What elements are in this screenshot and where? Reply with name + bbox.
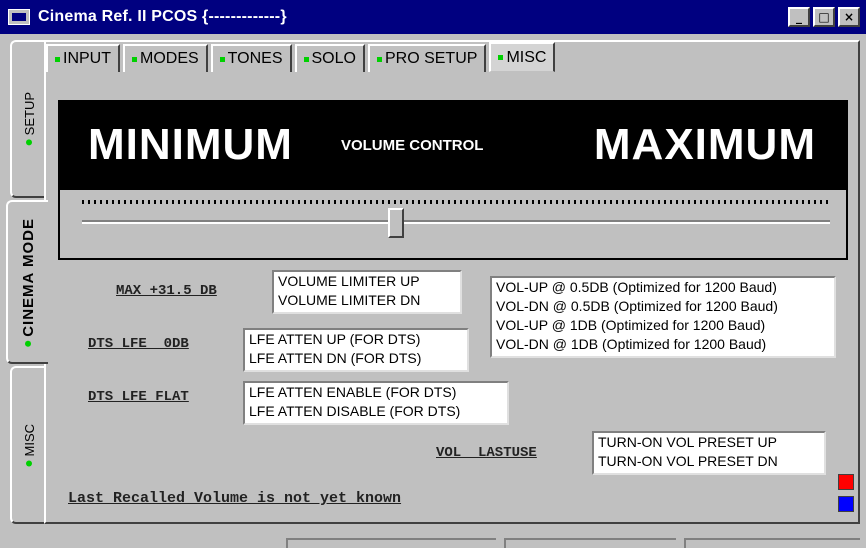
max-db-label: MAX +31.5 DB xyxy=(116,283,217,299)
green-indicator-icon xyxy=(132,56,137,62)
side-tab-setup-label: SETUP xyxy=(22,92,37,146)
list-item[interactable]: TURN-ON VOL PRESET DN xyxy=(598,452,820,471)
green-indicator-icon xyxy=(303,56,309,62)
volume-limiter-list[interactable]: VOLUME LIMITER UP VOLUME LIMITER DN xyxy=(272,270,462,314)
side-tab-cinema-mode-label: CINEMA MODE xyxy=(20,218,37,347)
list-item[interactable]: VOLUME LIMITER DN xyxy=(278,291,456,310)
lfe-atten-list[interactable]: LFE ATTEN UP (FOR DTS) LFE ATTEN DN (FOR… xyxy=(243,328,469,372)
list-item[interactable]: VOL-DN @ 1DB (Optimized for 1200 Baud) xyxy=(496,335,830,354)
side-tab-setup[interactable]: SETUP xyxy=(10,40,46,198)
list-item[interactable]: LFE ATTEN UP (FOR DTS) xyxy=(249,330,463,349)
status-field xyxy=(286,538,496,548)
list-item[interactable]: VOL-UP @ 0.5DB (Optimized for 1200 Baud) xyxy=(496,278,830,297)
tab-modes[interactable]: MODES xyxy=(123,44,208,72)
app-window: Cinema Ref. II PCOS {-------------} _ □ … xyxy=(0,0,866,548)
volume-max-label: MAXIMUM xyxy=(593,120,816,169)
lfe-flat-list[interactable]: LFE ATTEN ENABLE (FOR DTS) LFE ATTEN DIS… xyxy=(243,381,509,425)
status-field xyxy=(504,538,676,548)
tab-bar: INPUT MODES TONES SOLO PRO SETUP MISC xyxy=(46,42,558,72)
vol-lastuse-label: VOL LASTUSE xyxy=(436,445,537,461)
list-item[interactable]: VOL-UP @ 1DB (Optimized for 1200 Baud) xyxy=(496,316,830,335)
volume-min-label: MINIMUM xyxy=(88,120,293,169)
green-indicator-icon xyxy=(26,139,32,146)
status-message: Last Recalled Volume is not yet known xyxy=(68,490,402,507)
tab-input[interactable]: INPUT xyxy=(46,44,120,72)
list-item[interactable]: LFE ATTEN ENABLE (FOR DTS) xyxy=(249,383,503,402)
list-item[interactable]: TURN-ON VOL PRESET UP xyxy=(598,433,820,452)
slider-ticks xyxy=(82,200,830,204)
slider-track[interactable] xyxy=(82,220,830,224)
dts-lfe-flat-label: DTS LFE FLAT xyxy=(88,389,189,405)
title-bar[interactable]: Cinema Ref. II PCOS {-------------} _ □ … xyxy=(0,0,866,34)
dts-lfe-0db-label: DTS LFE 0DB xyxy=(88,336,189,352)
volume-banner: MINIMUM VOLUME CONTROL MAXIMUM xyxy=(58,100,848,190)
green-indicator-icon xyxy=(25,340,31,347)
volume-control-label: VOLUME CONTROL xyxy=(340,136,484,154)
list-item[interactable]: LFE ATTEN DISABLE (FOR DTS) xyxy=(249,402,503,421)
list-item[interactable]: VOLUME LIMITER UP xyxy=(278,272,456,291)
side-tab-misc[interactable]: MISC xyxy=(10,366,46,524)
side-tab-cinema-mode[interactable]: CINEMA MODE xyxy=(6,200,48,364)
tab-misc[interactable]: MISC xyxy=(489,42,556,72)
green-indicator-icon xyxy=(26,460,32,467)
list-item[interactable]: VOL-DN @ 0.5DB (Optimized for 1200 Baud) xyxy=(496,297,830,316)
window-controls: _ □ × xyxy=(788,7,860,27)
blue-button[interactable] xyxy=(838,496,854,512)
list-item[interactable]: LFE ATTEN DN (FOR DTS) xyxy=(249,349,463,368)
green-indicator-icon xyxy=(219,56,225,62)
tab-tones[interactable]: TONES xyxy=(210,44,292,72)
status-field xyxy=(684,538,860,548)
volume-slider[interactable] xyxy=(58,190,848,260)
tab-solo[interactable]: SOLO xyxy=(294,44,365,72)
vol-preset-list[interactable]: TURN-ON VOL PRESET UP TURN-ON VOL PRESET… xyxy=(592,431,826,475)
side-tab-misc-label: MISC xyxy=(22,424,37,467)
minimize-button[interactable]: _ xyxy=(788,7,810,27)
slider-thumb[interactable] xyxy=(388,208,405,238)
red-button[interactable] xyxy=(838,474,854,490)
green-indicator-icon xyxy=(498,55,504,60)
close-button[interactable]: × xyxy=(838,7,860,27)
window-title: Cinema Ref. II PCOS {-------------} xyxy=(38,8,287,25)
green-indicator-icon xyxy=(376,56,382,62)
green-indicator-icon xyxy=(55,56,60,62)
tab-pro-setup[interactable]: PRO SETUP xyxy=(367,44,487,72)
volume-step-list[interactable]: VOL-UP @ 0.5DB (Optimized for 1200 Baud)… xyxy=(490,276,836,358)
maximize-button[interactable]: □ xyxy=(813,7,835,27)
app-icon[interactable] xyxy=(8,9,30,25)
